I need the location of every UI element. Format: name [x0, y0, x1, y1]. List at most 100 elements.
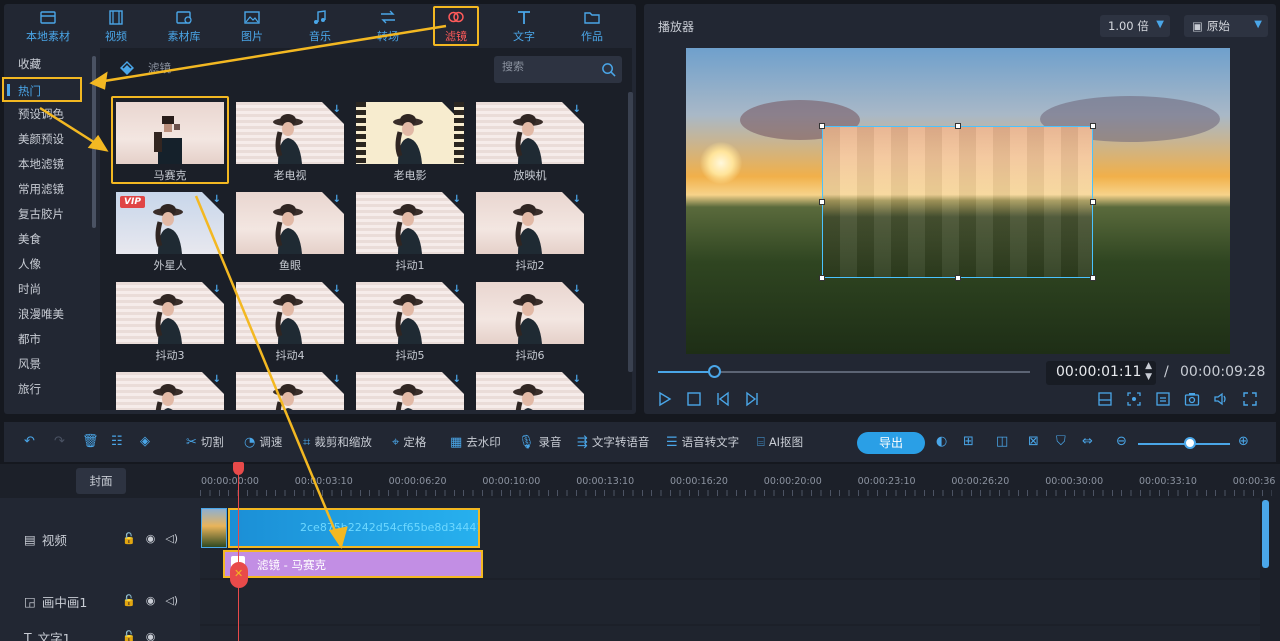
- progress-knob[interactable]: [707, 365, 721, 378]
- filter-thumbnail[interactable]: ↓: [236, 192, 344, 254]
- category-item[interactable]: 复古胶片: [0, 202, 96, 227]
- layout-icon[interactable]: [1097, 391, 1113, 407]
- pip-track[interactable]: [200, 580, 1260, 624]
- zoom-slider-knob[interactable]: [1184, 437, 1196, 449]
- category-item[interactable]: 预设调色: [0, 102, 96, 127]
- play-icon[interactable]: [657, 391, 673, 407]
- download-icon[interactable]: ↓: [213, 374, 221, 385]
- fullscreen-icon[interactable]: [1242, 391, 1258, 407]
- resize-handle[interactable]: [1090, 123, 1096, 129]
- filter-thumbnail[interactable]: ↓: [476, 372, 584, 410]
- filter-thumbnail[interactable]: ↓: [476, 192, 584, 254]
- freeze-button[interactable]: ⌖ 定格: [392, 434, 426, 450]
- filter-thumbnail[interactable]: ↓: [356, 102, 464, 164]
- next-frame-icon[interactable]: [744, 391, 760, 407]
- video-clip[interactable]: 2ce875b2242d54cf65be8d34441: [228, 508, 480, 548]
- category-item[interactable]: 旅行: [0, 377, 96, 402]
- record-button[interactable]: 🎙 录音: [518, 434, 562, 450]
- tab-4[interactable]: 音乐: [286, 4, 354, 48]
- ratio-select[interactable]: ▣ 原始 ▼: [1184, 15, 1268, 37]
- speed-select[interactable]: 1.00 倍 ▼: [1100, 15, 1170, 37]
- tab-0[interactable]: 本地素材: [14, 4, 82, 48]
- lock-icon[interactable]: 🔓: [122, 532, 136, 545]
- resize-handle[interactable]: [819, 199, 825, 205]
- zoom-in-icon[interactable]: ⊕: [1238, 434, 1249, 449]
- category-item[interactable]: 本地滤镜: [0, 152, 96, 177]
- filter-thumbnail[interactable]: ↓: [356, 192, 464, 254]
- tab-5[interactable]: 转场: [354, 4, 422, 48]
- search-icon[interactable]: [601, 62, 616, 77]
- undo-icon[interactable]: ↶: [24, 434, 35, 449]
- download-icon[interactable]: ↓: [573, 284, 581, 295]
- category-item[interactable]: 都市: [0, 327, 96, 352]
- ai-matting-button[interactable]: ⌸ AI抠图: [757, 434, 803, 450]
- tab-8[interactable]: 作品: [558, 4, 626, 48]
- download-icon[interactable]: ↓: [333, 374, 341, 385]
- download-icon[interactable]: ↓: [333, 194, 341, 205]
- filter-thumbnail[interactable]: ↓: [476, 102, 584, 164]
- lock-icon[interactable]: 🔓: [122, 630, 136, 641]
- stop-icon[interactable]: [686, 391, 702, 407]
- resize-handle[interactable]: [1090, 199, 1096, 205]
- playhead-line[interactable]: [238, 468, 239, 641]
- download-icon[interactable]: ↓: [573, 374, 581, 385]
- zoom-out-icon[interactable]: ⊖: [1116, 434, 1127, 449]
- download-icon[interactable]: ↓: [333, 104, 341, 115]
- crop-button[interactable]: ⌗ 裁剪和缩放: [303, 434, 372, 450]
- previous-frame-icon[interactable]: [715, 391, 731, 407]
- subtitle-icon[interactable]: [1155, 391, 1171, 407]
- current-time-field[interactable]: 00:00:01:11 ▲ ▼: [1046, 361, 1156, 385]
- eye-icon[interactable]: ◉: [146, 532, 156, 545]
- resize-handle[interactable]: [819, 123, 825, 129]
- mosaic-region[interactable]: [819, 123, 1096, 281]
- tab-6[interactable]: 滤镜: [433, 6, 479, 46]
- download-icon[interactable]: ↓: [453, 284, 461, 295]
- category-item[interactable]: 浪漫唯美: [0, 302, 96, 327]
- expand-horizontal-icon[interactable]: ⇔: [1082, 434, 1093, 449]
- volume-icon[interactable]: ◁): [165, 532, 178, 545]
- category-item[interactable]: 收藏: [0, 52, 96, 77]
- download-icon[interactable]: ↓: [573, 194, 581, 205]
- delete-icon[interactable]: 🗑: [82, 434, 99, 449]
- volume-icon[interactable]: ◁): [165, 594, 178, 607]
- category-item[interactable]: 风景: [0, 352, 96, 377]
- filter-thumbnail[interactable]: ↓: [116, 372, 224, 410]
- category-item[interactable]: 美颜预设: [0, 127, 96, 152]
- category-item[interactable]: 时尚: [0, 277, 96, 302]
- filter-thumbnail[interactable]: ↓: [356, 282, 464, 344]
- filter-thumbnail[interactable]: ↓ VIP: [116, 192, 224, 254]
- filter-thumbnail[interactable]: ↓: [116, 282, 224, 344]
- search-input[interactable]: [502, 61, 597, 73]
- snapshot-frame-icon[interactable]: [1126, 391, 1142, 407]
- download-icon[interactable]: ↓: [453, 104, 461, 115]
- adjust-icon[interactable]: ☷: [111, 434, 123, 449]
- category-item[interactable]: 美食: [0, 227, 96, 252]
- redo-icon[interactable]: ↷: [54, 434, 65, 449]
- text-track[interactable]: [200, 626, 1260, 641]
- category-scrollbar[interactable]: [92, 56, 96, 228]
- tab-3[interactable]: 图片: [218, 4, 286, 48]
- filter-clip[interactable]: 滤镜 - 马赛克: [223, 550, 483, 578]
- download-icon[interactable]: ↓: [213, 284, 221, 295]
- playhead-handle[interactable]: [233, 462, 244, 475]
- tab-7[interactable]: 文字: [490, 4, 558, 48]
- palette-icon[interactable]: ◐: [936, 434, 947, 449]
- category-item[interactable]: 人像: [0, 252, 96, 277]
- speech-to-text-button[interactable]: ☰ 语音转文字: [666, 434, 739, 450]
- clip-thumbnail[interactable]: [201, 508, 227, 548]
- resize-handle[interactable]: [819, 275, 825, 281]
- filter-thumbnail[interactable]: ↓: [236, 282, 344, 344]
- crop-frame-icon[interactable]: ⊠: [1028, 434, 1039, 449]
- eye-icon[interactable]: ◉: [146, 594, 156, 607]
- lock-icon[interactable]: 🔓: [122, 594, 136, 607]
- playhead-split-handle[interactable]: ✕: [230, 562, 248, 588]
- tab-2[interactable]: 素材库: [150, 4, 218, 48]
- fit-icon[interactable]: ⊞: [963, 434, 974, 449]
- resize-handle[interactable]: [955, 275, 961, 281]
- cover-button[interactable]: 封面: [76, 468, 126, 494]
- split-view-icon[interactable]: ◫: [996, 434, 1008, 449]
- grid-scrollbar[interactable]: [628, 92, 633, 372]
- category-item[interactable]: 常用滤镜: [0, 177, 96, 202]
- resize-handle[interactable]: [955, 123, 961, 129]
- resize-handle[interactable]: [1090, 275, 1096, 281]
